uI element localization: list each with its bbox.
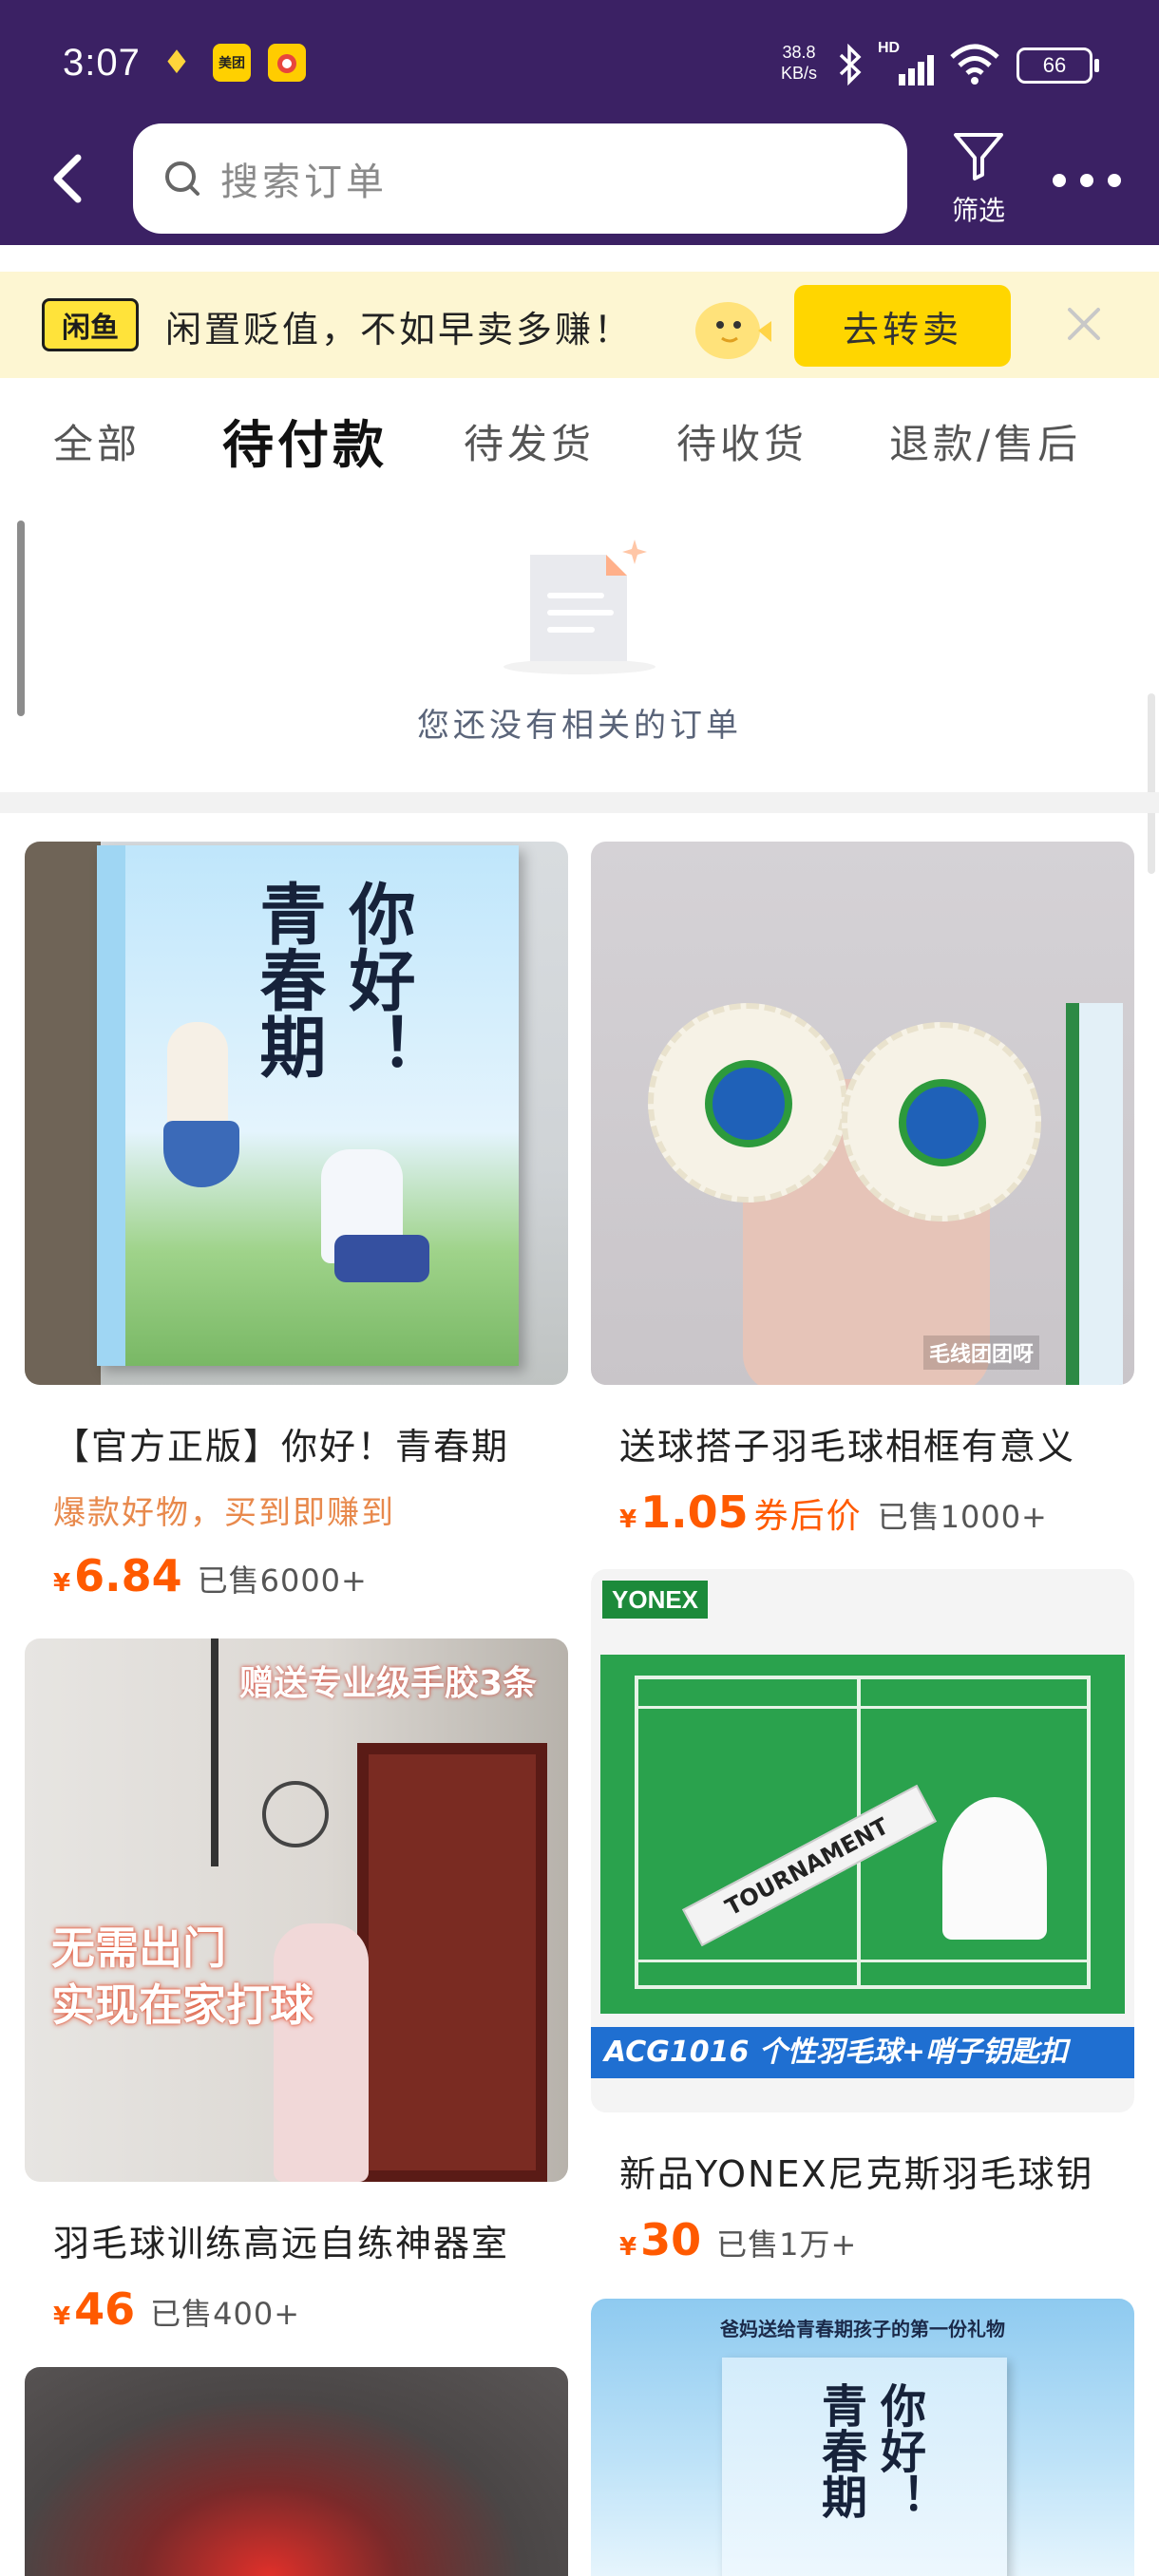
shuttle-tube bbox=[1066, 1003, 1123, 1385]
search-icon bbox=[165, 161, 200, 196]
sold-count: 已售1000+ bbox=[877, 1499, 1048, 1535]
currency-symbol: ¥ bbox=[619, 2233, 637, 2262]
image-tagline: 爸妈送给青春期孩子的第一份礼物 bbox=[720, 2318, 1005, 2340]
racket-head bbox=[262, 1781, 329, 1847]
sold-count: 已售6000+ bbox=[197, 1563, 368, 1599]
close-icon[interactable] bbox=[1062, 302, 1106, 346]
filter-label: 筛选 bbox=[951, 195, 1005, 226]
trainer-pole bbox=[211, 1638, 218, 1866]
product-card[interactable]: 爸妈送给青春期孩子的第一份礼物 你好！ 青春期 bbox=[591, 2299, 1134, 2576]
keychain-shuttlecock bbox=[942, 1797, 1047, 1940]
watermark-text: 毛线团团呀 bbox=[923, 1335, 1040, 1370]
product-card[interactable]: 你好！ 青春期 【官方正版】你好！青春期 爆款好物，买到即赚到 ¥ 6.84 已… bbox=[25, 842, 568, 1601]
more-options-icon[interactable] bbox=[1053, 161, 1121, 199]
price-row: ¥ 1.05 券后价 已售1000+ bbox=[619, 1487, 1134, 1538]
bookshelf-decoration bbox=[25, 842, 101, 1385]
product-title: 羽毛球训练高远自练神器室 bbox=[53, 2223, 510, 2264]
search-placeholder: 搜索订单 bbox=[220, 161, 388, 204]
book-spine bbox=[97, 845, 125, 1366]
currency-symbol: ¥ bbox=[53, 1569, 71, 1598]
book-title-text: 你好！ bbox=[338, 880, 416, 1079]
order-status-tabs: 全部 待付款 待发货 待收货 退款/售后 bbox=[0, 380, 1159, 503]
yonex-logo: YONEX bbox=[602, 1581, 709, 1619]
product-image: 爸妈送给青春期孩子的第一份礼物 你好！ 青春期 bbox=[591, 2299, 1134, 2576]
product-card[interactable]: YONEX TOURNAMENT ACG1016 个性羽毛球+哨子钥匙扣 新品Y… bbox=[591, 1569, 1134, 2265]
signal-icon bbox=[899, 55, 934, 85]
product-title: 送球搭子羽毛球相框有意义 bbox=[619, 1426, 1076, 1468]
product-price: 30 bbox=[640, 2214, 702, 2265]
sold-count: 已售400+ bbox=[150, 2296, 301, 2332]
meituan-icon: 美团 bbox=[213, 44, 251, 82]
court-mat: TOURNAMENT bbox=[600, 1655, 1125, 2014]
resell-button[interactable]: 去转卖 bbox=[794, 285, 1011, 367]
boy-pants bbox=[334, 1235, 429, 1282]
currency-symbol: ¥ bbox=[619, 1506, 637, 1534]
section-divider bbox=[0, 792, 1159, 813]
tab-refund-after-sales[interactable]: 退款/售后 bbox=[889, 412, 1081, 470]
shuttlecock-cap-left bbox=[705, 1060, 792, 1147]
coupon-price-label: 券后价 bbox=[753, 1497, 863, 1536]
wifi-icon bbox=[950, 44, 999, 85]
tab-pending-payment[interactable]: 待付款 bbox=[222, 403, 388, 478]
search-input[interactable]: 搜索订单 bbox=[133, 123, 907, 234]
promo-text-line1: 无需出门 bbox=[51, 1923, 226, 1974]
price-row: ¥ 46 已售400+ bbox=[53, 2283, 568, 2335]
product-title: 【官方正版】你好！青春期 bbox=[53, 1426, 510, 1468]
empty-message: 您还没有相关的订单 bbox=[417, 707, 742, 745]
book-subtitle-text: 青春期 bbox=[813, 2382, 866, 2519]
status-bar: 3:07 ♦ 美团 38.8 KB/s HD 66 bbox=[0, 0, 1159, 133]
tab-pending-shipment[interactable]: 待发货 bbox=[464, 412, 595, 470]
banner-text: 闲置贬值，不如早卖多赚！ bbox=[165, 309, 634, 350]
gift-text: 赠送专业级手胶3条 bbox=[239, 1664, 538, 1703]
network-speed: 38.8 KB/s bbox=[781, 43, 818, 83]
book-subtitle-text: 青春期 bbox=[249, 880, 327, 1079]
product-card[interactable]: 毛线团团呀 送球搭子羽毛球相框有意义 ¥ 1.05 券后价 已售1000+ bbox=[591, 842, 1134, 1538]
app-notification-icon: ♦ bbox=[162, 44, 192, 82]
shuttlecock-cap-right bbox=[899, 1079, 986, 1166]
product-price: 46 bbox=[74, 2283, 136, 2335]
product-card[interactable]: 赠送专业级手胶3条 无需出门 实现在家打球 羽毛球训练高远自练神器室 ¥ 46 … bbox=[25, 1638, 568, 2335]
app-header: 3:07 ♦ 美团 38.8 KB/s HD 66 搜索订单 筛选 bbox=[0, 0, 1159, 245]
product-image: 你好！ 青春期 bbox=[25, 842, 568, 1385]
book-cover: 你好！ 青春期 bbox=[97, 845, 519, 1366]
promo-text-line2: 实现在家打球 bbox=[51, 1979, 314, 2031]
sold-count: 已售1万+ bbox=[716, 2226, 858, 2263]
empty-state: 您还没有相关的订单 bbox=[0, 503, 1159, 788]
status-time: 3:07 bbox=[63, 42, 141, 84]
xianyu-logo: 闲鱼 bbox=[42, 298, 139, 351]
bluetooth-icon bbox=[839, 44, 862, 85]
back-arrow-icon[interactable] bbox=[42, 150, 99, 207]
girl-skirt bbox=[163, 1121, 239, 1187]
battery-icon: 66 bbox=[1016, 47, 1092, 84]
product-image-caption: ACG1016 个性羽毛球+哨子钥匙扣 bbox=[591, 2027, 1134, 2078]
product-subtitle: 爆款好物，买到即赚到 bbox=[53, 1494, 395, 1532]
product-price: 6.84 bbox=[74, 1550, 182, 1601]
tab-pending-receipt[interactable]: 待收货 bbox=[676, 412, 808, 470]
battery-tip bbox=[1094, 59, 1099, 72]
door-frame bbox=[357, 1743, 547, 2182]
price-row: ¥ 6.84 已售6000+ bbox=[53, 1550, 568, 1601]
price-row: ¥ 30 已售1万+ bbox=[619, 2214, 1134, 2265]
filter-funnel-icon bbox=[954, 133, 1003, 180]
product-image: 赠送专业级手胶3条 无需出门 实现在家打球 bbox=[25, 1638, 568, 2182]
tab-all[interactable]: 全部 bbox=[53, 412, 141, 470]
resell-promo-banner: 闲鱼 闲置贬值，不如早卖多赚！ 去转卖 bbox=[0, 272, 1159, 378]
book-title-text: 你好！ bbox=[872, 2382, 925, 2519]
battery-level: 66 bbox=[1042, 53, 1067, 77]
product-price: 1.05 bbox=[640, 1487, 749, 1538]
product-card[interactable] bbox=[25, 2367, 568, 2576]
product-image bbox=[25, 2367, 568, 2576]
nav-row: 搜索订单 筛选 bbox=[0, 123, 1159, 237]
product-image: 毛线团团呀 bbox=[591, 842, 1134, 1385]
fish-mascot-icon bbox=[695, 302, 771, 359]
book-cover: 你好！ 青春期 bbox=[722, 2358, 1007, 2576]
empty-document-icon bbox=[504, 540, 656, 674]
currency-symbol: ¥ bbox=[53, 2302, 71, 2331]
product-image: YONEX TOURNAMENT ACG1016 个性羽毛球+哨子钥匙扣 bbox=[591, 1569, 1134, 2112]
camera-app-icon bbox=[268, 44, 306, 82]
child-figure bbox=[274, 1923, 369, 2182]
filter-button[interactable]: 筛选 bbox=[940, 127, 1016, 232]
product-title: 新品YONEX尼克斯羽毛球钥 bbox=[619, 2153, 1094, 2195]
